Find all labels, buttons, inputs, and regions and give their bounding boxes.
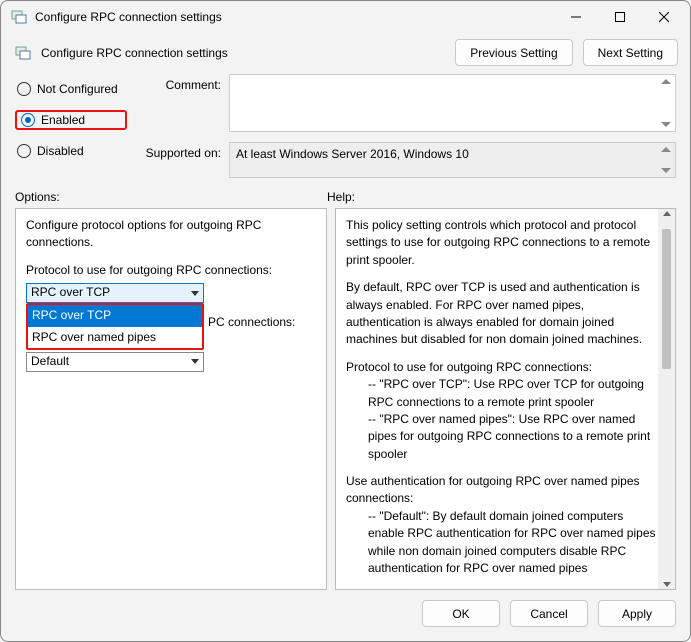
help-p2: By default, RPC over TCP is used and aut… (346, 279, 657, 349)
scroll-up-icon[interactable] (661, 79, 671, 84)
protocol-dropdown: RPC over TCP RPC over named pipes (26, 303, 204, 350)
help-p4a: -- "Default": By default domain joined c… (346, 508, 657, 578)
dropdown-item-rpc-pipes[interactable]: RPC over named pipes (28, 327, 202, 348)
panels: Configure protocol options for outgoing … (1, 208, 690, 590)
scroll-down-icon[interactable] (663, 582, 671, 587)
chevron-down-icon (191, 359, 199, 364)
auth-label-fragment: PC connections: (208, 314, 295, 331)
protocol-label: Protocol to use for outgoing RPC connect… (26, 262, 316, 279)
options-intro: Configure protocol options for outgoing … (26, 217, 316, 252)
comment-label: Comment: (139, 74, 221, 92)
ok-button[interactable]: OK (422, 600, 500, 627)
maximize-button[interactable] (598, 2, 642, 32)
radio-icon (17, 144, 31, 158)
options-label: Options: (15, 190, 327, 204)
comment-input[interactable] (229, 74, 676, 132)
chevron-down-icon (191, 291, 199, 296)
cancel-button[interactable]: Cancel (510, 600, 588, 627)
radio-label: Not Configured (37, 82, 118, 96)
radio-label: Enabled (41, 113, 85, 127)
window-title: Configure RPC connection settings (35, 10, 554, 24)
radio-enabled[interactable]: Enabled (15, 110, 127, 130)
help-scrollbar[interactable] (658, 209, 675, 589)
dropdown-item-rpc-tcp[interactable]: RPC over TCP (28, 305, 202, 326)
help-panel: This policy setting controls which proto… (335, 208, 676, 590)
scroll-thumb[interactable] (662, 229, 671, 369)
scroll-down-icon[interactable] (661, 168, 671, 173)
options-panel: Configure protocol options for outgoing … (15, 208, 327, 590)
help-p3b: -- "RPC over named pipes": Use RPC over … (346, 411, 657, 463)
protocol-selected: RPC over TCP (31, 284, 110, 301)
titlebar: Configure RPC connection settings (1, 1, 690, 33)
auth-selected: Default (31, 353, 69, 370)
close-button[interactable] (642, 2, 686, 32)
supported-label: Supported on: (139, 142, 221, 160)
help-p4: Use authentication for outgoing RPC over… (346, 473, 657, 508)
state-radios: Not Configured Enabled Disabled (15, 74, 127, 178)
apply-button[interactable]: Apply (598, 600, 676, 627)
auth-select[interactable]: Default (26, 352, 204, 372)
radio-label: Disabled (37, 144, 84, 158)
minimize-button[interactable] (554, 2, 598, 32)
radio-icon (17, 82, 31, 96)
scroll-up-icon[interactable] (663, 211, 671, 216)
header: Configure RPC connection settings Previo… (1, 33, 690, 74)
section-labels: Options: Help: (1, 184, 690, 208)
radio-not-configured[interactable]: Not Configured (15, 80, 127, 98)
form-column: Comment: Supported on: At least Windows … (139, 74, 676, 178)
radio-disabled[interactable]: Disabled (15, 142, 127, 160)
help-p1: This policy setting controls which proto… (346, 217, 657, 269)
policy-icon (15, 45, 31, 61)
header-title: Configure RPC connection settings (41, 46, 445, 60)
footer: OK Cancel Apply (1, 590, 690, 641)
next-setting-button[interactable]: Next Setting (583, 39, 678, 66)
scroll-down-icon[interactable] (661, 122, 671, 127)
help-label: Help: (327, 190, 676, 204)
help-p3a: -- "RPC over TCP": Use RPC over TCP for … (346, 376, 657, 411)
config-area: Not Configured Enabled Disabled Comment:… (1, 74, 690, 184)
supported-on-box: At least Windows Server 2016, Windows 10 (229, 142, 676, 178)
app-icon (11, 9, 27, 25)
previous-setting-button[interactable]: Previous Setting (455, 39, 572, 66)
help-p3: Protocol to use for outgoing RPC connect… (346, 359, 657, 376)
radio-icon (21, 113, 35, 127)
scroll-up-icon[interactable] (661, 147, 671, 152)
protocol-select[interactable]: RPC over TCP (26, 283, 204, 303)
